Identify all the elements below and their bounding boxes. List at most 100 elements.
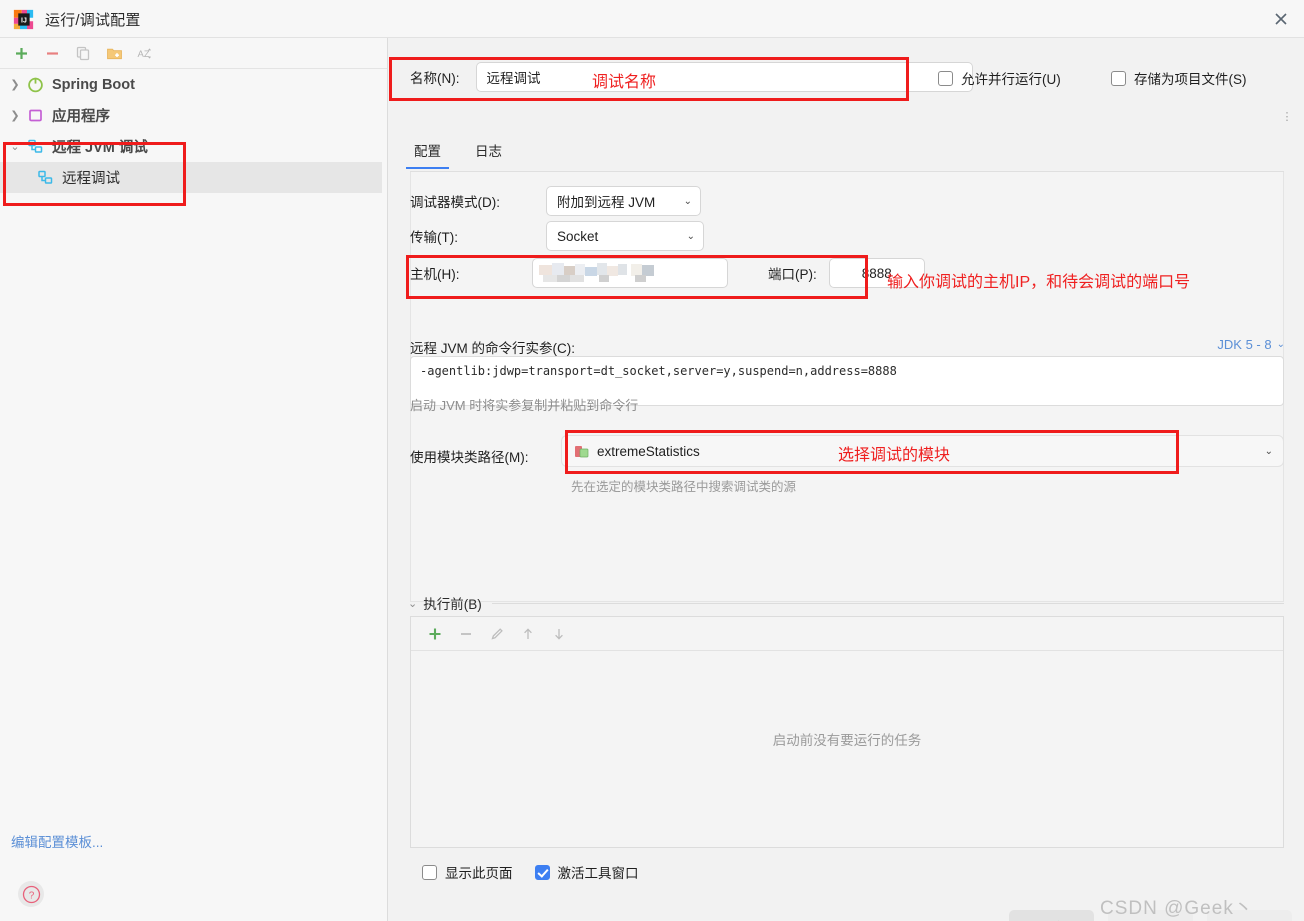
tab-configuration[interactable]: 配置	[406, 140, 449, 169]
tree-item-label: 远程调试	[62, 171, 120, 187]
chevron-down-icon: ⌄	[1276, 339, 1285, 350]
before-launch-empty-message: 启动前没有要运行的任务	[772, 733, 922, 748]
command-line-args-value: -agentlib:jdwp=transport=dt_socket,serve…	[420, 364, 897, 378]
chevron-right-icon[interactable]: ❯	[6, 76, 24, 94]
chevron-down-icon[interactable]: ⌄	[408, 597, 417, 610]
debugger-mode-row: 调试器模式(D): 附加到远程 JVM ⌄	[410, 186, 701, 216]
minus-icon	[46, 51, 58, 55]
host-row: 主机(H): 端口(P): 8888	[410, 258, 925, 288]
remove-configuration-button[interactable]	[39, 41, 65, 65]
spring-boot-icon	[26, 76, 44, 94]
svg-text:?: ?	[28, 890, 34, 901]
chevron-down-icon[interactable]: ⌄	[6, 138, 24, 156]
edit-task-button[interactable]	[481, 621, 512, 647]
minus-icon	[460, 632, 471, 635]
watermark: CSDN @Geek丶Dream	[1100, 898, 1254, 921]
add-task-button[interactable]	[419, 621, 450, 647]
checkbox-box	[422, 864, 437, 880]
command-line-args-label: 远程 JVM 的命令行实参(C):	[410, 341, 575, 356]
plus-icon	[429, 628, 440, 639]
remove-task-button[interactable]	[450, 621, 481, 647]
close-glyph	[1275, 12, 1287, 25]
chevron-down-icon: ⌄	[686, 230, 695, 242]
sidebar-toolbar: AZ	[0, 38, 387, 69]
tab-logs[interactable]: 日志	[471, 140, 506, 169]
copy-icon	[76, 46, 89, 60]
move-down-button[interactable]	[543, 621, 574, 647]
application-icon	[26, 107, 44, 125]
before-launch-title: 执行前(B)	[423, 597, 482, 612]
transport-select[interactable]: Socket ⌄	[546, 221, 704, 251]
before-launch-panel: 启动前没有要运行的任务	[410, 616, 1284, 848]
module-classpath-hint: 先在选定的模块类路径中搜索调试类的源	[571, 480, 797, 494]
debugger-mode-label: 调试器模式(D):	[410, 195, 500, 210]
show-this-page-checkbox[interactable]: 显示此页面	[422, 862, 513, 882]
close-icon[interactable]	[1258, 0, 1304, 37]
chevron-right-icon[interactable]: ❯	[6, 107, 24, 125]
question-mark-glyph: ?	[22, 885, 40, 903]
allow-parallel-run-label: 允许并行运行(U)	[961, 72, 1061, 87]
module-classpath-label: 使用模块类路径(M):	[410, 450, 529, 465]
copy-configuration-button[interactable]	[70, 41, 96, 65]
name-row: 名称(N): 远程调试	[410, 62, 973, 92]
debugger-mode-select[interactable]: 附加到远程 JVM ⌄	[546, 186, 701, 216]
tree-item-application[interactable]: ❯ 应用程序	[0, 100, 387, 131]
add-configuration-button[interactable]	[8, 41, 34, 65]
command-line-args-hint: 启动 JVM 时将实参复制并粘贴到命令行	[410, 398, 639, 413]
module-classpath-value: extremeStatistics	[597, 443, 700, 459]
editor-tabs: 配置 日志	[406, 140, 532, 169]
plus-icon	[15, 47, 27, 59]
name-input[interactable]: 远程调试	[475, 62, 973, 92]
jdk-version-value: JDK 5 - 8	[1217, 337, 1272, 352]
remote-jvm-icon	[26, 138, 44, 156]
host-label: 主机(H):	[410, 267, 460, 282]
pencil-icon	[491, 627, 503, 639]
section-divider	[491, 602, 1284, 604]
title-bar: IJ 运行/调试配置	[0, 0, 1304, 38]
run-debug-configurations-dialog: IJ 运行/调试配置 AZ ❯ Spring Boot ❯ 应用程序 ⌄ 远程 …	[0, 0, 1304, 921]
before-launch-header[interactable]: ⌄ 执行前(B)	[408, 593, 1284, 613]
host-input[interactable]	[532, 258, 728, 288]
transport-row: 传输(T): Socket ⌄	[410, 221, 704, 251]
debugger-mode-value: 附加到远程 JVM	[557, 195, 656, 210]
window-title: 运行/调试配置	[45, 12, 141, 29]
move-up-button[interactable]	[512, 621, 543, 647]
annotation-module: 选择调试的模块	[838, 447, 951, 464]
edit-configuration-templates-link[interactable]: 编辑配置模板...	[11, 831, 103, 851]
sort-configurations-button[interactable]: AZ	[132, 41, 158, 65]
tree-item-label: 应用程序	[52, 109, 110, 125]
svg-text:IJ: IJ	[21, 18, 27, 25]
help-icon[interactable]: ?	[18, 881, 44, 907]
name-label: 名称(N):	[410, 71, 460, 86]
activate-tool-window-checkbox[interactable]: 激活工具窗口	[534, 862, 639, 882]
svg-text:AZ: AZ	[138, 49, 150, 60]
arrow-down-icon	[554, 628, 563, 640]
checkbox-box	[1111, 70, 1126, 86]
remote-jvm-icon	[36, 169, 54, 187]
checkbox-box	[938, 70, 953, 86]
configuration-editor-panel: 名称(N): 远程调试 允许并行运行(U) 存储为项目文件(S) ⋮ 配置 日志	[389, 38, 1304, 921]
checkbox-box-checked	[534, 864, 550, 880]
store-as-project-file-checkbox[interactable]: 存储为项目文件(S)	[1111, 68, 1247, 88]
sort-az-icon: AZ	[138, 47, 152, 60]
tree-item-remote-jvm-debug[interactable]: ⌄ 远程 JVM 调试	[0, 131, 387, 162]
name-input-value: 远程调试	[486, 71, 541, 86]
arrow-up-icon	[523, 627, 532, 639]
tab-label: 日志	[475, 144, 502, 159]
configurations-tree: ❯ Spring Boot ❯ 应用程序 ⌄ 远程 JVM 调试 远程调试	[0, 69, 387, 193]
transport-label: 传输(T):	[410, 230, 458, 245]
tree-item-remote-debug[interactable]: 远程调试	[0, 162, 382, 193]
jdk-version-select[interactable]: JDK 5 - 8 ⌄	[1217, 337, 1285, 352]
allow-parallel-run-checkbox[interactable]: 允许并行运行(U)	[938, 68, 1061, 88]
port-label: 端口(P):	[768, 267, 817, 282]
folder-add-icon	[106, 48, 122, 59]
transport-value: Socket	[557, 228, 599, 244]
tree-item-label: 远程 JVM 调试	[52, 140, 148, 156]
ok-button[interactable]: 确定	[1009, 910, 1094, 921]
chevron-down-icon: ⌄	[1264, 445, 1273, 457]
more-options-icon[interactable]: ⋮	[1280, 106, 1294, 128]
tree-item-spring-boot[interactable]: ❯ Spring Boot	[0, 69, 387, 100]
annotation-host-port: 输入你调试的主机IP，和待会调试的端口号	[887, 274, 1191, 291]
configurations-sidebar: AZ ❯ Spring Boot ❯ 应用程序 ⌄ 远程 JVM 调试 远程调试…	[0, 38, 388, 921]
new-folder-button[interactable]	[101, 41, 127, 65]
